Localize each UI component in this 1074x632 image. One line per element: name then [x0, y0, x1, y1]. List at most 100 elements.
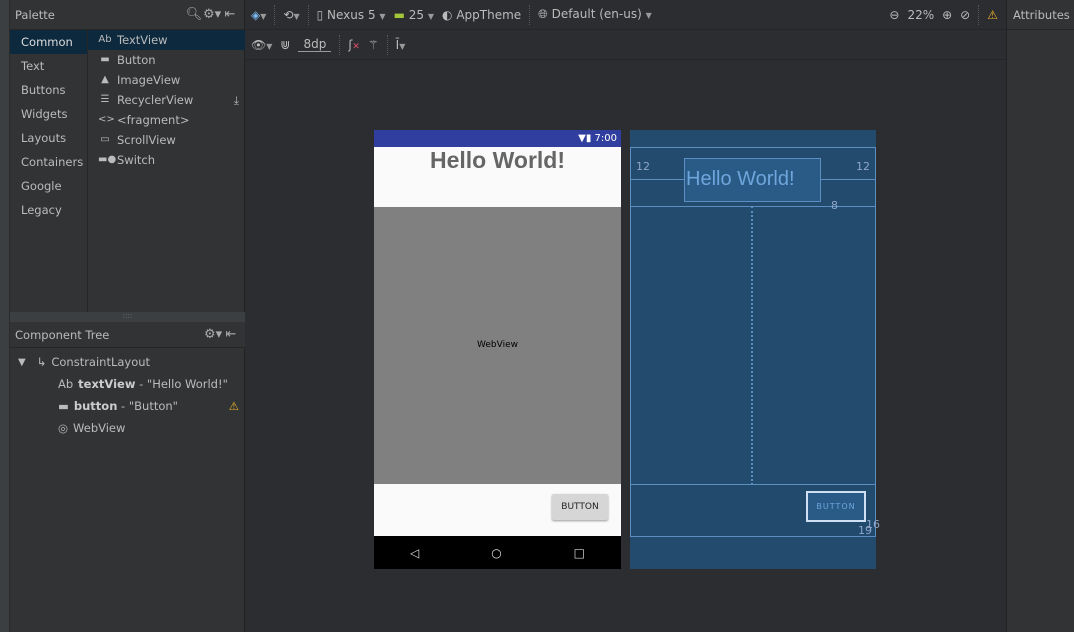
tree-node-webview[interactable]: ◎ WebView — [10, 417, 245, 439]
infer-constraints-icon[interactable]: ⚚ — [368, 38, 379, 52]
zoom-in-icon[interactable]: ⊕ — [942, 8, 952, 22]
android-icon: ▬ — [393, 7, 405, 22]
back-icon: ◁ — [409, 545, 420, 560]
code-icon: <> — [98, 114, 115, 125]
zoom-out-icon[interactable]: ⊖ — [889, 8, 899, 22]
theme-selector[interactable]: ◐ AppTheme — [442, 8, 521, 22]
webview[interactable]: WebView — [374, 207, 621, 484]
search-icon[interactable]: 🔍︎ — [185, 7, 203, 22]
component-tree-title: Component Tree — [15, 327, 110, 342]
category-google[interactable]: Google — [10, 174, 87, 198]
node-id: button — [73, 399, 118, 413]
constraint-toolbar: 👁︎▼ ⋓ 8dp ʃ✕ ⚚ Ī▼ — [245, 30, 1006, 60]
node-desc: - "Button" — [117, 399, 178, 413]
ab-text-icon: Ab — [98, 34, 112, 45]
zoom-fit-icon[interactable]: ⊘ — [960, 8, 970, 22]
button-margin-bottom: 19 — [858, 524, 872, 537]
margin-left-label: 12 — [636, 160, 650, 173]
attributes-panel: Attributes — [1006, 0, 1074, 632]
palette-header: Palette 🔍︎ ⚙▾ ⇤ — [10, 0, 244, 30]
preview-button[interactable]: BUTTON — [552, 494, 608, 520]
gear-icon[interactable]: ⚙▾ — [204, 327, 222, 342]
tree-node-constraintlayout[interactable]: ▼ ↳ ConstraintLayout — [10, 351, 245, 373]
category-common[interactable]: Common — [10, 30, 87, 54]
zoom-level: 22% — [907, 7, 935, 22]
panel-splitter[interactable]: :::: — [10, 312, 245, 322]
orientation-icon[interactable]: ⟲▼ — [283, 8, 299, 22]
palette-item-textview[interactable]: Ab TextView — [88, 30, 245, 50]
api-label: 25 — [408, 7, 425, 22]
button-icon: ▬ — [58, 399, 69, 413]
item-label: <fragment> — [117, 113, 190, 127]
tree-node-textview[interactable]: Ab textView - "Hello World!" — [10, 373, 245, 395]
layers-icon[interactable]: ◈▼ — [251, 8, 266, 22]
attributes-title: Attributes — [1007, 0, 1074, 30]
locale-selector[interactable]: 🌐︎ Default (en-us) ▼ — [538, 7, 652, 22]
list-icon: ☰ — [100, 94, 110, 105]
left-tool-strip — [0, 0, 10, 632]
blueprint-textview[interactable]: Hello World! — [684, 158, 821, 202]
node-label: ConstraintLayout — [51, 355, 151, 369]
palette-items: Ab TextView ▬ Button ▲ ImageView ☰ RecyclerV… — [88, 30, 245, 312]
palette-item-recyclerview[interactable]: ☰ RecyclerView ⤓ — [88, 90, 245, 110]
component-tree: Component Tree ⚙▾ ⇤ ▼ ↳ ConstraintLayout A… — [10, 322, 245, 439]
eye-icon[interactable]: 👁︎▼ — [251, 38, 272, 52]
palette-item-scrollview[interactable]: ▭ ScrollView — [88, 130, 245, 150]
hide-panel-icon[interactable]: ⇤ — [222, 327, 240, 342]
palette-item-switch[interactable]: ▬● Switch — [88, 150, 245, 170]
palette-item-fragment[interactable]: <> <fragment> — [88, 110, 245, 130]
switch-icon: ▬● — [98, 154, 117, 165]
component-tree-header: Component Tree ⚙▾ ⇤ — [10, 322, 245, 348]
button-icon: ▬ — [100, 54, 110, 65]
palette-item-button[interactable]: ▬ Button — [88, 50, 245, 70]
gear-icon[interactable]: ⚙▾ — [203, 7, 221, 22]
hello-textview[interactable]: Hello World! — [374, 147, 621, 207]
recents-icon: □ — [573, 545, 585, 560]
download-icon[interactable]: ⤓ — [234, 90, 239, 110]
blueprint-button[interactable]: BUTTON — [806, 491, 866, 522]
theme-label: AppTheme — [456, 7, 522, 22]
category-text[interactable]: Text — [10, 54, 87, 78]
status-time: 7:00 — [594, 133, 617, 144]
blueprint-view[interactable]: Hello World! 12 12 8 BUTTON 16 19 — [630, 130, 880, 569]
ab-text-icon: Ab — [58, 377, 74, 391]
device-selector[interactable]: ▯ Nexus 5 ▼ — [317, 8, 386, 22]
design-preview[interactable]: ▼▮ 7:00 Hello World! WebView BUTTON ◁ ○ □ — [374, 130, 621, 569]
api-selector[interactable]: ▬ 25 ▼ — [394, 8, 434, 22]
node-label: WebView — [73, 421, 126, 435]
left-panel: Palette 🔍︎ ⚙▾ ⇤ Common Text Buttons Widg… — [10, 0, 245, 632]
status-bar: ▼▮ 7:00 — [374, 130, 621, 147]
category-containers[interactable]: Containers — [10, 150, 87, 174]
warning-icon[interactable]: ⚠ — [987, 8, 998, 22]
nav-bar: ◁ ○ □ — [374, 536, 621, 569]
category-layouts[interactable]: Layouts — [10, 126, 87, 150]
wifi-battery-icon: ▼▮ — [578, 133, 595, 144]
item-label: Button — [117, 53, 156, 67]
palette-item-imageview[interactable]: ▲ ImageView — [88, 70, 245, 90]
palette-categories: Common Text Buttons Widgets Layouts Cont… — [10, 30, 88, 312]
expand-arrow-icon[interactable]: ▼ — [18, 357, 26, 368]
constraint-left — [630, 179, 684, 180]
item-label: Switch — [117, 153, 156, 167]
clear-constraints-icon[interactable]: ʃ✕ — [348, 38, 360, 52]
node-id: textView — [78, 377, 136, 391]
device-label: Nexus 5 — [327, 7, 376, 22]
category-legacy[interactable]: Legacy — [10, 198, 87, 222]
autoconnect-icon[interactable]: ⋓ — [280, 38, 290, 52]
palette-title: Palette — [15, 7, 55, 22]
warning-icon[interactable]: ⚠ — [229, 399, 239, 413]
align-icon[interactable]: Ī▼ — [396, 38, 406, 52]
constraint-icon: ↳ — [36, 355, 47, 369]
webview-icon: ◎ — [58, 421, 69, 435]
category-buttons[interactable]: Buttons — [10, 78, 87, 102]
hide-panel-icon[interactable]: ⇤ — [221, 7, 239, 22]
category-widgets[interactable]: Widgets — [10, 102, 87, 126]
margin-bottom-label: 8 — [831, 199, 838, 212]
tree-node-button[interactable]: ▬ button - "Button" ⚠ — [10, 395, 245, 417]
design-toolbar: ◈▼ ⟲▼ ▯ Nexus 5 ▼ ▬ 25 ▼ ◐ AppTheme 🌐︎ D… — [245, 0, 1006, 30]
default-margin[interactable]: 8dp — [298, 37, 332, 52]
item-label: TextView — [117, 33, 168, 47]
home-icon: ○ — [491, 545, 502, 560]
scroll-icon: ▭ — [100, 134, 110, 145]
margin-right-label: 12 — [856, 160, 870, 173]
